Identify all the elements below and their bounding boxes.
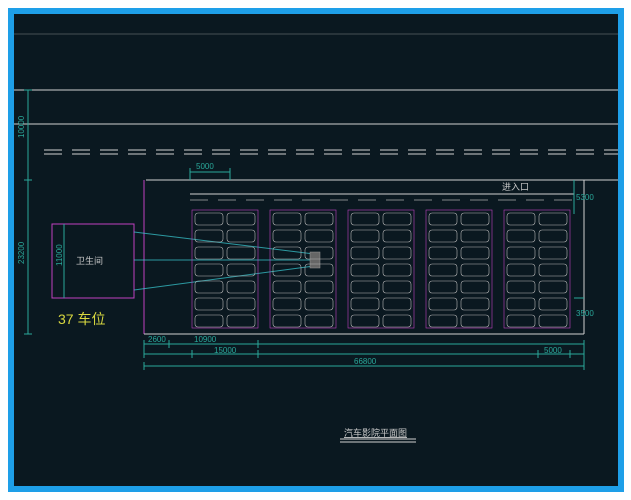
cad-frame: 10000 23200 卫生间 11000 进入口 5300 5000 [8,8,624,492]
dim-5300: 5300 [576,193,594,202]
parking-count-label: 37 车位 [58,311,105,327]
entrance-label: 进入口 [502,182,529,192]
parking-column [426,210,492,328]
dim-5000-top: 5000 [196,162,214,171]
cad-canvas: 10000 23200 卫生间 11000 进入口 5300 5000 [14,14,618,486]
dim-3500: 3500 [576,309,594,318]
parking-column [270,210,336,328]
dim-15000: 15000 [214,346,237,355]
parking-column [192,210,258,328]
parking-column [348,210,414,328]
restroom-label: 卫生间 [76,255,103,266]
dim-5000-end: 5000 [544,346,562,355]
dim-11000: 11000 [55,244,64,266]
screen-icon [310,252,320,268]
dim-10000: 10000 [17,115,26,138]
dim-66800: 66800 [354,357,377,366]
parking-grid [192,210,570,328]
dim-10900: 10900 [194,335,217,344]
dim-2600: 2600 [148,335,166,344]
parking-column [504,210,570,328]
drawing-title: 汽车影院平面图 [344,427,407,438]
dim-23200: 23200 [17,241,26,264]
